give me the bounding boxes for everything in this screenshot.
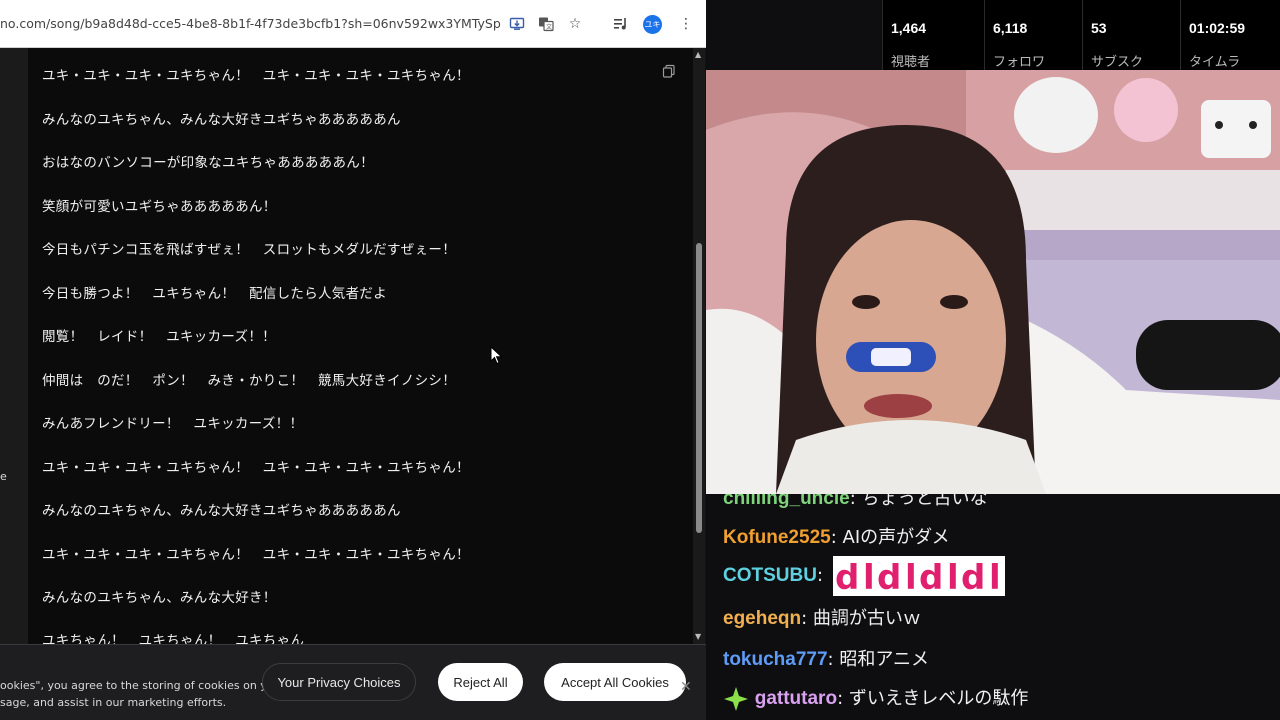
chat-badge-icon [724, 687, 748, 711]
lyric-line: ユキちゃん！ ユキちゃん！ ユキちゃん [42, 633, 305, 644]
chat-text: 曲調が古いｗ [812, 608, 921, 629]
side-strip-label: e [0, 470, 7, 483]
mouse-cursor-icon [490, 346, 503, 365]
scrollbar[interactable]: ▲ ▼ [693, 48, 705, 644]
svg-text:d: d [835, 558, 859, 596]
screen: no.com/song/b9a8d48d-cce5-4be8-8b1f-4f73… [0, 0, 1280, 720]
svg-text:d: d [877, 558, 901, 596]
chat-message: egeheqn: 曲調が古いｗ [723, 608, 921, 629]
svg-text:l: l [947, 558, 959, 596]
lyric-line: 今日も勝つよ！ ユキちゃん！ 配信したら人気者だよ [42, 286, 387, 302]
chat-text: ちょっと古いな [861, 494, 988, 509]
lyric-line: 笑顔が可愛いユギちゃあああああん！ [42, 199, 277, 215]
chat-message: Kofune2525: AIの声がダメ [723, 527, 950, 548]
lyric-line: みんなのユキちゃん、みんな大好きユギちゃあああああん [42, 112, 401, 128]
translate-icon[interactable]: 文 [536, 14, 556, 34]
chat-username[interactable]: egeheqn [723, 608, 801, 629]
stat-uptime: 01:02:59 タイムラ [1180, 0, 1278, 70]
cookie-banner: ookies", you agree to the storing of coo… [0, 644, 706, 720]
lyric-line: 閲覧！ レイド！ ユキッカーズ！！ [42, 329, 276, 345]
chat-username[interactable]: Kofune2525 [723, 527, 831, 548]
accept-all-cookies-button[interactable]: Accept All Cookies [544, 663, 686, 701]
chat-text: AIの声がダメ [842, 527, 950, 548]
chat-username[interactable]: gattutaro [755, 688, 837, 709]
lyric-line: みんあフレンドリー！ ユキッカーズ！！ [42, 416, 304, 432]
privacy-choices-button[interactable]: Your Privacy Choices [262, 663, 416, 701]
chat-panel: chilling_uncle: ちょっと古いな Kofune2525: AIの声… [706, 494, 1280, 720]
chat-message: gattutaro: ずいえきレベルの駄作 [723, 684, 1028, 712]
chat-message: COTSUBU: dl dl dl dl [723, 556, 1005, 596]
webcam-feed [706, 70, 1280, 494]
stat-viewers: 1,464 視聴者 [882, 0, 980, 70]
lyric-line: ユキ・ユキ・ユキ・ユキちゃん！ ユキ・ユキ・ユキ・ユキちゃん！ [42, 460, 470, 476]
lyric-line: 仲間は のだ！ ポン！ みき・かりこ！ 競馬大好きイノシシ！ [42, 373, 456, 389]
stat-label: フォロワ [993, 55, 1046, 70]
profile-avatar[interactable]: ユキ [643, 15, 662, 34]
lyric-line: ユキ・ユキ・ユキ・ユキちゃん！ ユキ・ユキ・ユキ・ユキちゃん！ [42, 68, 470, 84]
close-icon[interactable]: ✕ [680, 679, 692, 695]
browser-window: no.com/song/b9a8d48d-cce5-4be8-8b1f-4f73… [0, 0, 706, 720]
lyric-line: みんなのユキちゃん、みんな大好き！ [42, 590, 277, 606]
stat-value: 1,464 [891, 20, 927, 36]
lyric-line: ユキ・ユキ・ユキ・ユキちゃん！ ユキ・ユキ・ユキ・ユキちゃん！ [42, 547, 470, 563]
chat-message: tokucha777: 昭和アニメ [723, 649, 929, 670]
scrollbar-thumb[interactable] [696, 243, 702, 533]
stat-label: タイムラ [1189, 55, 1241, 70]
webcam-image [706, 70, 1280, 494]
bookmark-star-icon[interactable]: ☆ [565, 14, 585, 34]
svg-text:文: 文 [546, 23, 552, 31]
svg-text:l: l [905, 558, 917, 596]
chat-text: 昭和アニメ [839, 649, 929, 670]
copy-icon[interactable] [662, 64, 676, 78]
chat-text: ずいえきレベルの駄作 [848, 688, 1029, 709]
svg-text:l: l [989, 558, 1001, 596]
chat-username[interactable]: chilling_uncle [723, 494, 850, 509]
svg-text:d: d [961, 558, 985, 596]
stat-value: 01:02:59 [1189, 20, 1246, 36]
install-app-icon[interactable] [507, 14, 527, 34]
stat-label: サブスク [1091, 55, 1144, 70]
lyrics-panel: ユキ・ユキ・ユキ・ユキちゃん！ ユキ・ユキ・ユキ・ユキちゃん！ みんなのユキちゃ… [28, 48, 694, 644]
lyric-line: 今日もパチンコ玉を飛ばすぜぇ！ スロットもメダルだすぜぇー！ [42, 242, 456, 258]
chat-username[interactable]: tokucha777 [723, 649, 828, 670]
scroll-down-icon[interactable]: ▼ [695, 632, 701, 641]
chat-username[interactable]: COTSUBU [723, 565, 817, 586]
stat-label: 視聴者 [891, 55, 931, 70]
address-bar[interactable]: no.com/song/b9a8d48d-cce5-4be8-8b1f-4f73… [0, 0, 706, 48]
lyric-line: おはなのバンソコーが印象なユキちゃあああああん！ [42, 155, 374, 171]
reject-all-button[interactable]: Reject All [438, 663, 523, 701]
svg-text:l: l [863, 558, 875, 596]
chat-message: chilling_uncle: ちょっと古いな [723, 494, 988, 510]
scroll-up-icon[interactable]: ▲ [695, 50, 701, 59]
stream-stats-bar: 1,464 視聴者 6,118 フォロワ 53 サブスク 01:02:59 タイ… [882, 0, 1280, 70]
stat-followers: 6,118 フォロワ [984, 0, 1082, 70]
url-text[interactable]: no.com/song/b9a8d48d-cce5-4be8-8b1f-4f73… [0, 16, 501, 31]
stat-value: 6,118 [993, 20, 1028, 36]
more-menu-icon[interactable]: ⋮ [676, 14, 696, 34]
media-control-icon[interactable] [611, 14, 631, 34]
svg-text:d: d [919, 558, 943, 596]
lyric-line: みんなのユキちゃん、みんな大好きユギちゃあああああん [42, 503, 401, 519]
stat-subscribers: 53 サブスク [1082, 0, 1180, 70]
stat-value: 53 [1091, 20, 1107, 36]
emote-image: dl dl dl dl [832, 556, 1005, 596]
side-strip: e [0, 48, 28, 720]
